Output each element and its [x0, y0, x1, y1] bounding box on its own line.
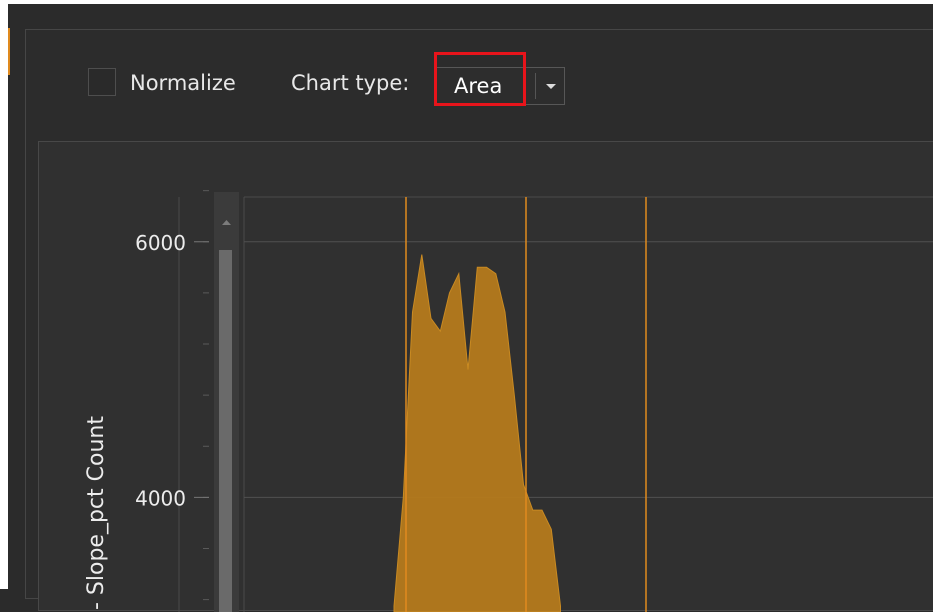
y-tick-label: 4000 [135, 486, 186, 510]
y-tick-labels: 6000 4000 [135, 231, 186, 511]
scrollbar-thumb[interactable] [219, 250, 232, 612]
y-scrollbar[interactable] [214, 192, 239, 612]
dropdown-separator [535, 73, 536, 99]
gridlines [194, 241, 933, 498]
area-series [393, 254, 561, 612]
minor-ticks [203, 190, 209, 601]
chart-settings-panel: Normalize Chart type: Area 6000 4000 - Sl… [25, 29, 933, 612]
chart-toolbar: Normalize Chart type: Area [26, 30, 933, 130]
chart-area: 6000 4000 - Slope_pct Count [38, 141, 933, 612]
area-shape [393, 254, 561, 612]
normalize-checkbox[interactable] [88, 68, 116, 96]
chart-type-label: Chart type: [291, 71, 410, 95]
chart-type-value: Area [454, 74, 503, 98]
y-tick-label: 6000 [135, 231, 186, 255]
y-axis-title: - Slope_pct Count [84, 416, 109, 610]
area-chart: 6000 4000 - Slope_pct Count [84, 190, 933, 612]
left-window-edge [0, 4, 8, 589]
top-window-edge [0, 0, 933, 4]
chevron-down-icon[interactable] [546, 84, 556, 89]
chart-type-select[interactable]: Area [436, 67, 565, 105]
accent-marker [8, 28, 10, 75]
normalize-label[interactable]: Normalize [130, 69, 236, 97]
